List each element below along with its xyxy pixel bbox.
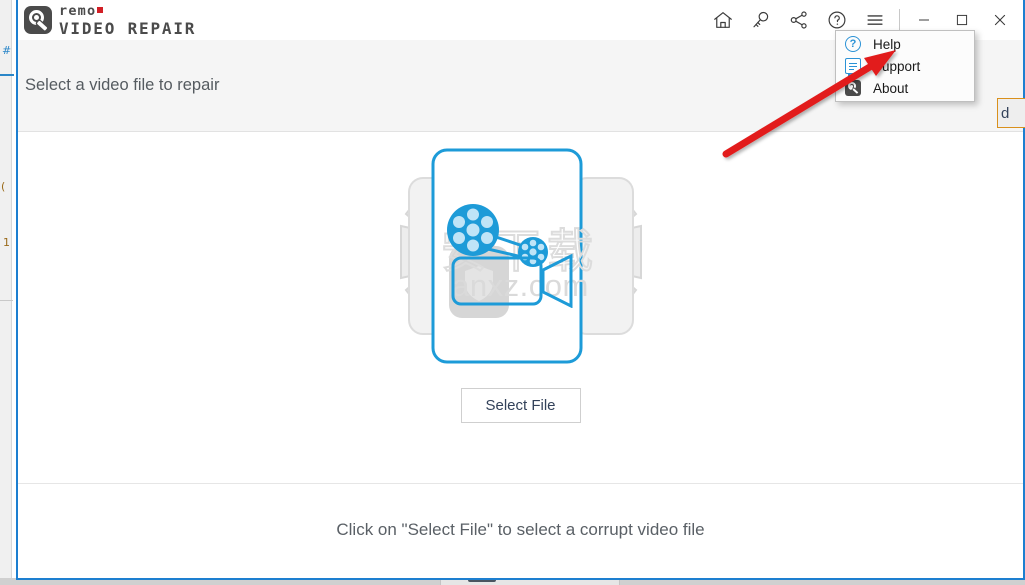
menu-item-support[interactable]: Support	[836, 55, 974, 77]
page-title: Select a video file to repair	[25, 76, 220, 94]
menu-item-label: Support	[873, 58, 921, 74]
footer: Click on "Select File" to select a corru…	[18, 483, 1023, 576]
menu-item-label: About	[873, 80, 909, 96]
video-camera-icon	[431, 188, 611, 309]
brand-wordmark: remo VIDEO REPAIR	[59, 3, 196, 37]
key-icon[interactable]	[742, 0, 780, 40]
remo-logo-icon	[24, 6, 52, 34]
obscured-action-button[interactable]: d	[997, 98, 1025, 128]
main-content: 安下载 anxz.com	[18, 132, 1023, 483]
background-left-strip	[0, 0, 12, 585]
menu-item-label: Help	[873, 36, 901, 52]
select-file-button[interactable]: Select File	[460, 388, 581, 423]
brand-product: VIDEO REPAIR	[59, 19, 197, 38]
home-icon[interactable]	[704, 0, 742, 40]
share-icon[interactable]	[780, 0, 818, 40]
close-button[interactable]	[981, 0, 1019, 40]
brand-red-square	[97, 7, 104, 13]
remo-logo-icon	[845, 80, 861, 96]
app-logo: remo VIDEO REPAIR	[24, 3, 196, 37]
background-fragment: (	[1, 180, 6, 193]
menu-item-help[interactable]: ? Help	[836, 33, 974, 55]
footer-hint-text: Click on "Select File" to select a corru…	[336, 520, 705, 539]
help-dropdown-menu: ? Help Support About	[835, 30, 975, 102]
titlebar-divider	[899, 9, 900, 31]
background-fragment: #	[2, 44, 12, 57]
menu-item-about[interactable]: About	[836, 77, 974, 99]
background-rule	[0, 300, 13, 301]
background-fragment: 1	[3, 236, 10, 249]
background-rule	[0, 74, 14, 76]
question-circle-icon: ?	[845, 36, 861, 52]
brand-name: remo	[59, 3, 97, 19]
speech-bubble-icon	[845, 58, 861, 77]
